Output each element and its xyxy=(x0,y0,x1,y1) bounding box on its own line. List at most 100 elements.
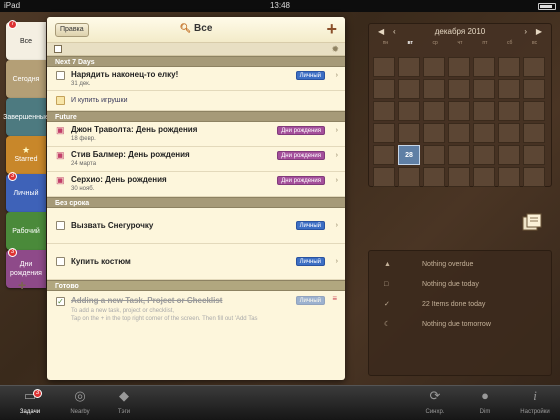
chevron-icon[interactable]: › xyxy=(336,177,338,184)
calendar-day[interactable] xyxy=(398,101,420,121)
check-icon: ✓ xyxy=(384,301,390,308)
calendar-day[interactable] xyxy=(373,79,395,99)
calendar-day[interactable] xyxy=(498,57,520,77)
calendar-day[interactable]: 28 xyxy=(398,145,420,165)
tab-label: Личный xyxy=(13,189,39,197)
calendar-day[interactable] xyxy=(398,123,420,143)
calendar-day[interactable] xyxy=(373,167,395,187)
calendar-day[interactable] xyxy=(498,101,520,121)
calendar-day[interactable] xyxy=(423,145,445,165)
search-icon[interactable]: 🔍︎ xyxy=(180,23,191,33)
task-row[interactable]: ✓ Adding a new Task, Project or Checklis… xyxy=(47,291,345,331)
calendar-day[interactable] xyxy=(523,57,545,77)
calendar-day[interactable] xyxy=(448,79,470,99)
calendar-day[interactable] xyxy=(398,57,420,77)
checkbox[interactable] xyxy=(56,221,65,230)
add-task-button[interactable]: + xyxy=(326,20,337,38)
next-year-icon[interactable]: ▶ xyxy=(536,24,542,40)
calendar-day[interactable] xyxy=(498,79,520,99)
task-title: Нарядить наконец-то елку! xyxy=(71,70,179,79)
calendar-icon[interactable] xyxy=(54,45,62,53)
calendar-day[interactable] xyxy=(373,145,395,165)
weekday-label: сб xyxy=(507,40,513,46)
calendar-month: декабря 2010 xyxy=(434,27,486,36)
task-row[interactable]: Нарядить наконец-то елку! 31 дек. Личный… xyxy=(47,67,345,91)
calendar-day[interactable] xyxy=(448,101,470,121)
calendar-day[interactable] xyxy=(448,145,470,165)
checklist-lines-icon: ≡ xyxy=(332,294,337,303)
tab-personal[interactable]: Личный 3 xyxy=(6,172,46,212)
sticky-note-icon[interactable] xyxy=(522,213,542,231)
tab-tags[interactable]: ◆ Тэги xyxy=(94,388,154,416)
task-row[interactable]: Вызвать Снегурочку Личный › xyxy=(47,208,345,244)
task-row[interactable]: ▣ Стив Балмер: День рождения 24 марта Дн… xyxy=(47,147,345,172)
chevron-icon[interactable]: › xyxy=(336,152,338,159)
calendar-day[interactable] xyxy=(498,123,520,143)
tab-label: Рабочий xyxy=(12,227,40,235)
tag-badge: Личный xyxy=(295,257,325,266)
calendar-day[interactable] xyxy=(373,57,395,77)
calendar-day[interactable] xyxy=(473,167,495,187)
task-due-date: 31 дек. xyxy=(71,81,91,87)
calendar-day[interactable] xyxy=(448,167,470,187)
tab-label: Завершенные xyxy=(3,113,49,121)
checkbox[interactable] xyxy=(56,257,65,266)
calendar-day[interactable] xyxy=(523,79,545,99)
add-list-icon[interactable]: + xyxy=(18,277,26,293)
chevron-icon[interactable]: › xyxy=(336,222,338,229)
calendar-day[interactable] xyxy=(373,101,395,121)
calendar-day[interactable] xyxy=(473,101,495,121)
task-title: Стив Балмер: День рождения xyxy=(71,150,190,159)
calendar-day[interactable] xyxy=(473,57,495,77)
chevron-icon[interactable]: › xyxy=(336,258,338,265)
calendar-day[interactable] xyxy=(423,101,445,121)
weekday-label: пн xyxy=(382,40,389,46)
calendar-day[interactable] xyxy=(373,123,395,143)
calendar-day[interactable] xyxy=(473,145,495,165)
task-row[interactable]: Купить костюм Личный › xyxy=(47,244,345,280)
tag-badge: Дни рождения xyxy=(277,126,325,135)
calendar-day[interactable] xyxy=(523,123,545,143)
calendar-day[interactable] xyxy=(398,79,420,99)
tab-completed[interactable]: Завершенные xyxy=(3,98,49,136)
next-month-icon[interactable]: › xyxy=(524,24,527,40)
clock: 13:48 xyxy=(269,1,291,10)
tag-badge: Личный xyxy=(295,71,325,80)
calendar-day[interactable] xyxy=(448,123,470,143)
chevron-icon[interactable]: › xyxy=(336,72,338,79)
calendar-day[interactable] xyxy=(398,167,420,187)
calendar-day[interactable] xyxy=(498,145,520,165)
checkbox[interactable] xyxy=(56,71,65,80)
calendar-day[interactable] xyxy=(523,101,545,121)
task-row[interactable]: И купить игрушки xyxy=(47,91,345,111)
sync-label: Синхр. xyxy=(425,409,445,415)
tag-badge: Дни рождения xyxy=(277,151,325,160)
task-row[interactable]: ▣ Джон Траволта: День рождения 18 февр. … xyxy=(47,122,345,147)
summary-today-text: Nothing due today xyxy=(422,281,479,288)
calendar-day[interactable] xyxy=(473,123,495,143)
bottom-tab-bar: ▭ 3 Задачи ◎ Nearby ◆ Тэги ⟳ Синхр. ● Dim i Нас… xyxy=(0,385,560,420)
tab-work[interactable]: Рабочий xyxy=(6,212,46,250)
prev-month-icon[interactable]: ‹ xyxy=(393,24,396,40)
task-due-date: 18 февр. xyxy=(71,136,96,142)
settings-gear-icon[interactable]: ✹ xyxy=(331,44,339,55)
tab-starred[interactable]: ★ Starred xyxy=(6,136,46,174)
calendar-day[interactable] xyxy=(523,167,545,187)
calendar-day[interactable] xyxy=(473,79,495,99)
prev-year-icon[interactable]: ◀ xyxy=(378,24,384,40)
section-future: Future xyxy=(47,111,345,122)
calendar-day[interactable] xyxy=(423,123,445,143)
calendar-day[interactable] xyxy=(423,167,445,187)
calendar-day[interactable] xyxy=(498,167,520,187)
task-row[interactable]: ▣ Серхио: День рождения 30 нояб. Дни рож… xyxy=(47,172,345,197)
calendar-day[interactable] xyxy=(448,57,470,77)
info-icon: i xyxy=(533,388,537,403)
tab-all[interactable]: Все 7 xyxy=(6,20,46,60)
checked-checkbox-icon[interactable]: ✓ xyxy=(56,297,65,306)
calendar-day[interactable] xyxy=(423,79,445,99)
chevron-icon[interactable]: › xyxy=(336,127,338,134)
settings-button[interactable]: i Настройки xyxy=(505,388,560,416)
calendar-day[interactable] xyxy=(523,145,545,165)
tab-today[interactable]: Сегодня xyxy=(6,60,46,98)
calendar-day[interactable] xyxy=(423,57,445,77)
